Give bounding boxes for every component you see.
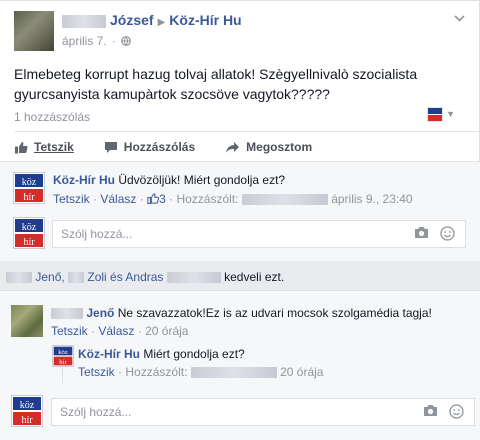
commenter-avatar[interactable] [11,305,43,337]
comment-meta: Tetszik · Válasz · 20 órája [51,324,188,338]
redacted-name [166,272,221,284]
posted-by-label: Hozzászólt: [176,192,239,206]
comment-button[interactable]: Hozzászólás [104,140,195,154]
arrow-right-icon: ▶ [157,17,166,28]
comment-reply-link[interactable]: Válasz [98,324,134,338]
comment-like-link[interactable]: Tetszik [53,192,90,206]
logo-bottom-text: hír [23,237,35,248]
reply-placeholder: Szólj hozzá... [60,405,132,419]
liker-2[interactable]: Zoli és Andras [87,270,163,284]
like-button[interactable]: Tetszik [14,140,74,154]
divider [14,131,479,132]
reply-input[interactable]: Szólj hozzá... [51,398,475,426]
comment-meta: Tetszik · Válasz · 3 · Hozzászólt: ápril… [53,192,413,206]
speech-bubble-icon [104,141,118,154]
post-meta: április 7. · [62,34,132,48]
separator-dot: · [137,324,142,338]
logo-bottom-text: hír [59,359,67,366]
smiley-icon[interactable] [449,404,464,422]
likes-suffix: kedveli ezt. [224,270,285,284]
comment-text: Üdvözöljük! Miért gondolja ezt? [118,173,286,187]
thumbs-up-icon [147,192,160,206]
logo-top-text: köz [22,177,37,188]
logo-bottom-text: hír [23,192,35,203]
page-logo[interactable]: köz hír [11,395,43,427]
share-button[interactable]: Megosztom [225,140,312,154]
reply-time[interactable]: 20 órája [280,365,323,379]
posted-by-label: Hozzászólt: [125,365,188,379]
share-arrow-icon [225,141,240,154]
separator-dot: · [169,192,174,206]
comment-like-link[interactable]: Tetszik [51,324,88,338]
comments-section: köz hír Köz-Hír Hu Üdvözöljük! Miért gon… [0,161,480,261]
author-avatar[interactable] [14,11,54,51]
post-text: Elmebeteg korrupt hazug tolvaj allatok! … [14,66,418,102]
reply-like-link[interactable]: Tetszik [78,365,115,379]
globe-icon [121,34,132,48]
reply-text: Miért gondolja ezt? [143,347,245,361]
logo-bottom-text: hír [21,415,33,426]
redacted-name [241,194,328,206]
separator-dot: · [93,192,98,206]
logo-top-text: köz [58,349,68,356]
page-logo[interactable]: köz hír [52,345,74,367]
comment-body: Köz-Hír Hu Üdvözöljük! Miért gondolja ez… [53,173,285,187]
thumbs-up-icon [14,141,28,154]
comment-author[interactable]: Köz-Hír Hu [53,173,115,187]
author-name[interactable]: József [110,12,154,28]
reply-placeholder: Szólj hozzá... [61,227,133,241]
redacted-name [6,272,32,284]
smiley-icon[interactable] [440,226,455,244]
post-actions: Tetszik Hozzászólás Megosztom [14,140,342,154]
logo-top-text: köz [22,222,37,233]
comment-time[interactable]: 20 órája [145,324,188,338]
redacted-name [51,308,83,320]
reply-input[interactable]: Szólj hozzá... [52,220,466,248]
chevron-down-icon[interactable] [454,13,465,25]
share-label: Megosztom [246,140,313,154]
camera-icon[interactable] [423,404,438,420]
reply-body: Köz-Hír Hu Miért gondolja ezt? [78,347,245,361]
comment-author[interactable]: Jenő [86,306,114,320]
comment-count[interactable]: 1 hozzászólás [14,110,90,124]
page-name[interactable]: Köz-Hír Hu [169,12,241,28]
caret-down-icon[interactable]: ▼ [446,109,455,119]
liker-1[interactable]: Jenő, [35,270,64,284]
comment-reply-link[interactable]: Válasz [100,192,136,206]
camera-icon[interactable] [414,226,429,242]
logo-top-text: köz [20,400,35,411]
separator-dot: · [118,365,123,379]
reply-author[interactable]: Köz-Hír Hu [78,347,140,361]
redacted-name [190,367,277,379]
post-date[interactable]: április 7. [62,34,107,48]
page-logo-small[interactable] [426,106,444,125]
redacted-name [68,272,85,284]
comment-label: Hozzászólás [123,140,196,154]
page-logo[interactable]: köz hír [13,172,45,204]
redacted-name [62,14,106,28]
likes-summary: Jenő, Zoli és Andras kedveli ezt. [6,270,284,284]
comment-body: Jenő Ne szavazzatok!Ez is az udvari mocs… [51,306,432,320]
separator-dot: · [91,324,96,338]
comment-like-count[interactable]: 3 [147,192,169,206]
comment-text: Ne szavazzatok!Ez is az udvari mocsok sz… [117,306,432,320]
post-header: József ▶ Köz-Hír Hu [62,12,242,28]
like-label: Tetszik [34,140,74,154]
like-count: 3 [159,192,166,206]
post-card: József ▶ Köz-Hír Hu április 7. · Elmebeteg… [0,0,480,261]
page-logo[interactable]: köz hír [13,217,45,249]
reply-meta: Tetszik · Hozzászólt: 20 órája [78,365,323,379]
comment-timestamp[interactable]: április 9., 23:40 [331,192,412,206]
comment-thread: Jenő Ne szavazzatok!Ez is az udvari mocs… [0,290,480,440]
separator-dot: · [139,192,144,206]
